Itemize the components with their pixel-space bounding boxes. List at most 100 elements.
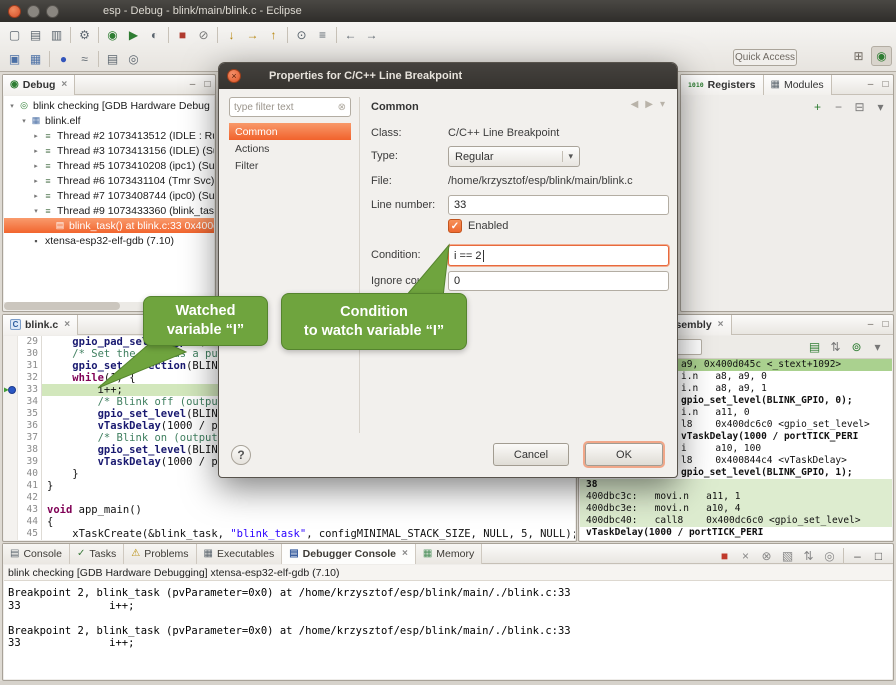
expander-icon[interactable]: ▸ (31, 147, 41, 155)
save-all-icon[interactable]: ▥ (46, 25, 67, 45)
debug-icon[interactable]: ◉ (102, 25, 123, 45)
expander-icon[interactable]: ▾ (19, 117, 29, 125)
scroll-lock-icon[interactable]: ⇅ (798, 546, 819, 566)
refresh-icon[interactable]: ⊚ (846, 337, 867, 357)
window-close-button[interactable] (8, 5, 21, 18)
debug-tree-item[interactable]: ▸≡Thread #5 1073410208 (ipc1) (Susp (4, 158, 214, 173)
debug-tree-item[interactable]: ▸≡Thread #7 1073408744 (ipc0) (Susp (4, 188, 214, 203)
clear-filter-icon[interactable]: ⊗ (338, 102, 346, 113)
editor-line[interactable]: 45 xTaskCreate(&blink_task, "blink_task"… (4, 528, 575, 540)
sync-selection-icon[interactable]: ⇅ (825, 337, 846, 357)
close-icon[interactable]: × (402, 548, 408, 559)
editor-line[interactable]: 43void app_main() (4, 504, 575, 516)
close-icon[interactable]: × (718, 319, 724, 330)
debug-tree-item[interactable]: ▾▦blink.elf (4, 113, 214, 128)
debug-tree-item[interactable]: ▾≡Thread #9 1073433360 (blink_task (4, 203, 214, 218)
clear-console-icon[interactable]: ▧ (777, 546, 798, 566)
annotations-icon[interactable]: ≡ (312, 25, 333, 45)
show-source-icon[interactable]: ▤ (804, 337, 825, 357)
line-number-input[interactable]: 33 (448, 195, 669, 215)
save-icon[interactable]: ▤ (25, 25, 46, 45)
back-icon[interactable]: ← (340, 25, 361, 45)
close-icon[interactable]: × (61, 79, 67, 90)
view-menu-icon[interactable]: ▾ (870, 97, 891, 117)
view-menu-icon[interactable]: ▾ (867, 337, 888, 357)
tab-problems[interactable]: ⚠Problems (124, 544, 196, 564)
minimize-icon[interactable]: – (847, 546, 868, 566)
debug-tree-item[interactable]: ▸≡Thread #6 1073431104 (Tmr Svc) (S (4, 173, 214, 188)
editor-line[interactable]: 42 (4, 492, 575, 504)
expander-icon[interactable]: ▸ (31, 132, 41, 140)
expander-icon[interactable]: ▸ (31, 192, 41, 200)
chevron-down-icon[interactable]: ▾ (660, 99, 665, 110)
back-icon[interactable]: ◀ (631, 99, 639, 110)
step-over-icon[interactable]: → (242, 25, 263, 45)
help-button[interactable]: ? (231, 445, 251, 465)
dialog-nav-actions[interactable]: Actions (229, 140, 351, 157)
step-into-icon[interactable]: ↓ (221, 25, 242, 45)
disassembly-line[interactable]: 38 (580, 479, 892, 491)
expressions-icon[interactable]: ≈ (74, 49, 95, 69)
tab-executables[interactable]: ▦Executables (197, 544, 283, 564)
remove-register-group-icon[interactable]: − (828, 97, 849, 117)
expander-icon[interactable]: ▸ (31, 162, 41, 170)
collapse-all-icon[interactable]: ⊟ (849, 97, 870, 117)
editor-line[interactable]: 44{ (4, 516, 575, 528)
maximize-icon[interactable]: □ (200, 77, 215, 93)
forward-icon[interactable]: → (361, 25, 382, 45)
enabled-checkbox[interactable]: ✓ (448, 219, 462, 233)
dialog-nav-common[interactable]: Common (229, 123, 351, 140)
tab-blink-c[interactable]: C blink.c × (3, 315, 78, 335)
ok-button[interactable]: OK (585, 443, 663, 466)
filter-input[interactable]: type filter text ⊗ (229, 97, 351, 117)
search-icon[interactable]: ⊙ (291, 25, 312, 45)
breakpoint-marker[interactable]: ▶ (4, 384, 18, 396)
external-tools-icon[interactable]: ◐ (144, 25, 165, 45)
debug-tree-item[interactable]: ▸≡Thread #3 1073413156 (IDLE) (Susp (4, 143, 214, 158)
maximize-icon[interactable]: □ (878, 77, 893, 93)
scrollbar-thumb[interactable] (4, 302, 120, 310)
minimize-icon[interactable]: – (863, 317, 878, 333)
pin-console-icon[interactable]: ◎ (819, 546, 840, 566)
new-c-project-icon[interactable]: ▣ (4, 49, 25, 69)
terminate-icon[interactable]: ■ (714, 546, 735, 566)
step-return-icon[interactable]: ↑ (263, 25, 284, 45)
dialog-nav-filter[interactable]: Filter (229, 157, 351, 174)
type-select[interactable]: Regular ▾ (448, 146, 580, 167)
disconnect-icon[interactable]: ⊘ (193, 25, 214, 45)
expander-icon[interactable]: ▸ (31, 177, 41, 185)
add-register-group-icon[interactable]: + (807, 97, 828, 117)
expander-icon[interactable]: ▾ (31, 207, 41, 215)
build-icon[interactable]: ⚙ (74, 25, 95, 45)
window-minimize-button[interactable] (27, 5, 40, 18)
run-icon[interactable]: ▶ (123, 25, 144, 45)
tab-modules[interactable]: ▦Modules (764, 75, 832, 95)
debug-tree-item[interactable]: ▾◎blink checking [GDB Hardware Debug (4, 98, 214, 113)
disassembly-line[interactable]: 400dbc3c: movi.n a11, 1 (580, 491, 892, 503)
open-perspective-icon[interactable]: ⊞ (848, 46, 869, 66)
tab-memory[interactable]: ▦Memory (416, 544, 482, 564)
debug-tree-item[interactable]: ▪xtensa-esp32-elf-gdb (7.10) (4, 233, 214, 248)
tab-tasks[interactable]: ✓Tasks (70, 544, 124, 564)
c-element-icon[interactable]: ▦ (25, 49, 46, 69)
expander-icon[interactable]: ▾ (7, 102, 17, 110)
minimize-icon[interactable]: – (863, 77, 878, 93)
quick-access-button[interactable]: Quick Access (733, 49, 797, 66)
debug-tree-item[interactable]: ▤blink_task() at blink.c:33 0x400db (4, 218, 214, 233)
console-output[interactable]: Breakpoint 2, blink_task (pvParameter=0x… (4, 581, 892, 679)
minimize-icon[interactable]: – (185, 77, 200, 93)
maximize-icon[interactable]: □ (878, 317, 893, 333)
open-console-icon[interactable]: ▤ (102, 49, 123, 69)
debug-perspective-icon[interactable]: ◉ (871, 46, 892, 66)
condition-input[interactable]: i == 2 (448, 245, 669, 266)
close-icon[interactable]: × (64, 319, 70, 330)
maximize-icon[interactable]: □ (868, 546, 889, 566)
new-icon[interactable]: ▢ (4, 25, 25, 45)
tab-debugger-console[interactable]: ▤Debugger Console× (282, 544, 416, 564)
tab-console[interactable]: ▤Console (3, 544, 70, 564)
disassembly-line[interactable]: 400dbc3e: movi.n a10, 4 (580, 503, 892, 515)
remove-launch-icon[interactable]: × (735, 546, 756, 566)
debug-tree-item[interactable]: ▸≡Thread #2 1073413512 (IDLE : Runn (4, 128, 214, 143)
window-maximize-button[interactable] (46, 5, 59, 18)
tab-debug[interactable]: ◉ Debug × (3, 75, 75, 95)
